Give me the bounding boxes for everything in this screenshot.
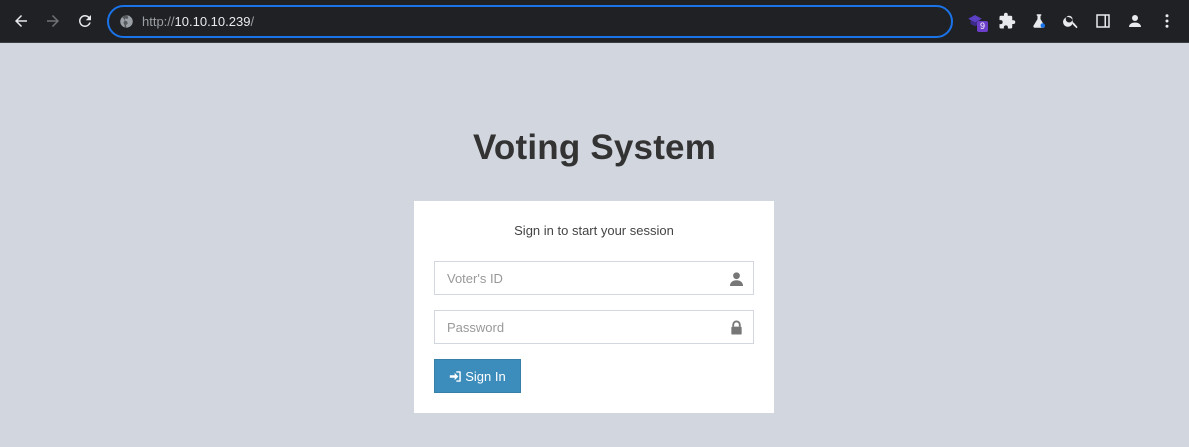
page-title: Voting System: [472, 128, 717, 167]
password-field: [434, 310, 754, 344]
login-box-message: Sign in to start your session: [514, 223, 674, 238]
side-panel-button[interactable]: [1091, 9, 1115, 33]
lock-icon: [731, 320, 742, 335]
voter-id-field: [434, 261, 754, 295]
forward-button[interactable]: [41, 9, 65, 33]
profile-icon: [1129, 15, 1141, 27]
sign-in-icon: [450, 370, 462, 382]
site-info-icon[interactable]: [119, 14, 134, 29]
extensions-menu-button[interactable]: [995, 9, 1019, 33]
login-box: Sign in to start your session Sign In: [414, 201, 774, 413]
address-bar[interactable]: http://10.10.10.239/: [107, 5, 953, 38]
browser-menu-button[interactable]: [1155, 9, 1179, 33]
url-text: http://10.10.10.239/: [142, 14, 255, 29]
profile-button[interactable]: [1123, 9, 1147, 33]
browser-toolbar: http://10.10.10.239/ 9: [0, 0, 1189, 43]
side-panel-icon: [1096, 14, 1110, 28]
user-icon: [729, 272, 744, 286]
labs-icon: [1033, 14, 1045, 28]
forward-icon: [47, 15, 59, 27]
password-input[interactable]: [435, 311, 753, 343]
extension-badge: 9: [977, 21, 989, 32]
puzzle-icon: [999, 12, 1016, 29]
labs-button[interactable]: [1027, 9, 1051, 33]
search-button[interactable]: [1059, 9, 1083, 33]
back-button[interactable]: [9, 9, 33, 33]
sign-in-button[interactable]: Sign In: [434, 359, 521, 393]
search-icon: [1063, 15, 1078, 29]
sign-in-label: Sign In: [465, 368, 506, 384]
voter-id-input[interactable]: [435, 262, 753, 294]
back-icon: [15, 15, 27, 27]
menu-icon: [1165, 14, 1169, 28]
reload-button[interactable]: [73, 9, 97, 33]
reload-icon: [78, 14, 91, 27]
